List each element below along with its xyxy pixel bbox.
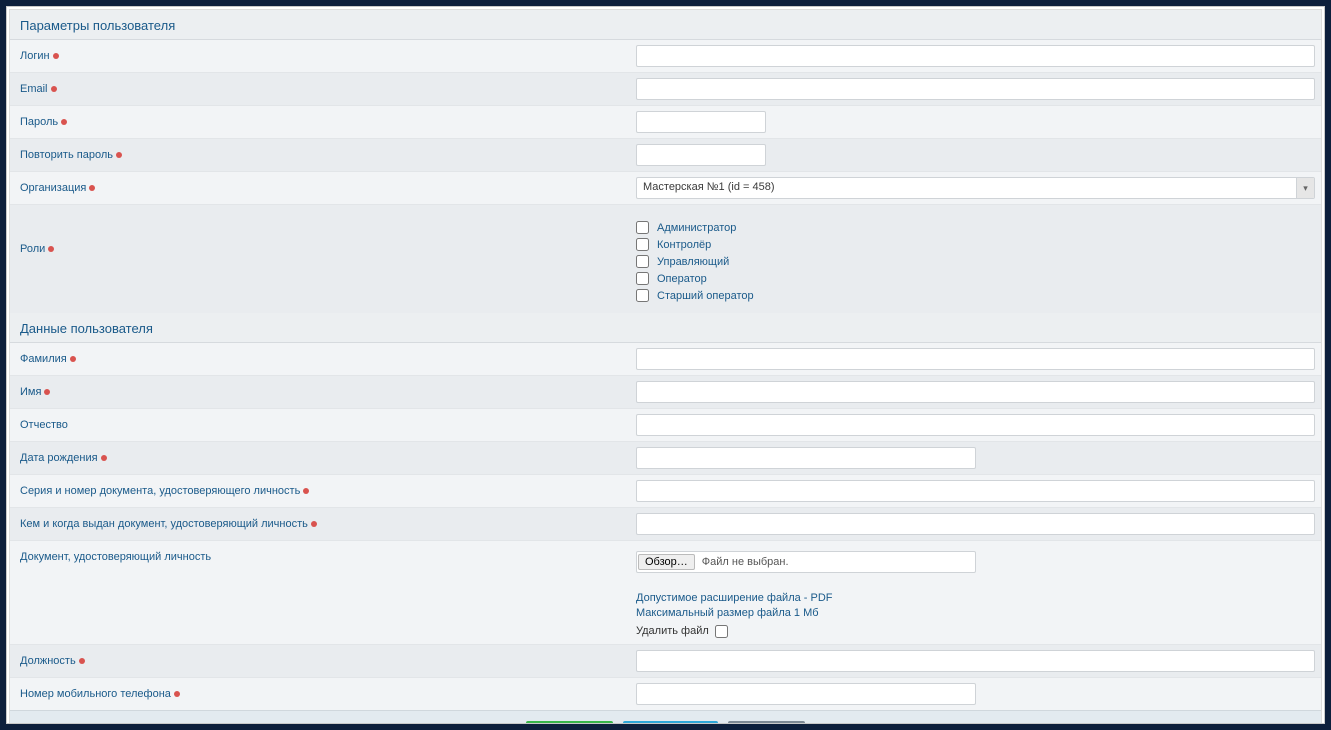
email-input[interactable]	[636, 78, 1315, 100]
delete-file-label: Удалить файл	[636, 624, 709, 639]
required-icon	[51, 86, 57, 92]
dob-input[interactable]	[636, 447, 976, 469]
file-size-note: Максимальный размер файла 1 Мб	[636, 606, 1315, 621]
section-user-params-title: Параметры пользователя	[10, 10, 1321, 39]
doc-issued-input[interactable]	[636, 513, 1315, 535]
row-doc-file: Документ, удостоверяющий личность Обзор……	[10, 540, 1321, 644]
required-icon	[311, 521, 317, 527]
file-input-wrap[interactable]: Обзор… Файл не выбран.	[636, 551, 976, 573]
add-button[interactable]: 🖫 Добавить	[526, 721, 613, 724]
row-doc-number: Серия и номер документа, удостоверяющего…	[10, 474, 1321, 507]
row-lastname: Фамилия	[10, 342, 1321, 375]
role-item-manager[interactable]: Управляющий	[636, 255, 1315, 268]
cancel-button[interactable]: ⊘ Отмена	[728, 721, 806, 724]
role-label: Контролёр	[657, 239, 711, 251]
file-ext-note: Допустимое расширение файла - PDF	[636, 591, 1315, 606]
required-icon	[48, 246, 54, 252]
password-label: Пароль	[20, 116, 58, 128]
phone-label: Номер мобильного телефона	[20, 688, 171, 700]
firstname-input[interactable]	[636, 381, 1315, 403]
chevron-down-icon: ▾	[1296, 178, 1314, 198]
required-icon	[89, 185, 95, 191]
row-phone: Номер мобильного телефона	[10, 677, 1321, 710]
password-repeat-input[interactable]	[636, 144, 766, 166]
row-doc-issued: Кем и когда выдан документ, удостоверяющ…	[10, 507, 1321, 540]
row-roles: Роли Администратор Контролёр Управляющий…	[10, 204, 1321, 313]
delete-file-checkbox[interactable]	[715, 625, 728, 638]
role-checkbox[interactable]	[636, 289, 649, 302]
role-checkbox[interactable]	[636, 238, 649, 251]
role-label: Администратор	[657, 222, 736, 234]
role-checkbox[interactable]	[636, 272, 649, 285]
role-label: Старший оператор	[657, 290, 754, 302]
role-label: Управляющий	[657, 256, 729, 268]
firstname-label: Имя	[20, 386, 41, 398]
middlename-label: Отчество	[20, 419, 68, 431]
required-icon	[303, 488, 309, 494]
footer-actions: 🖫 Добавить ✔ Применить ⊘ Отмена	[10, 710, 1321, 724]
row-login: Логин	[10, 39, 1321, 72]
role-checkbox[interactable]	[636, 221, 649, 234]
row-firstname: Имя	[10, 375, 1321, 408]
role-checkbox[interactable]	[636, 255, 649, 268]
password-repeat-label: Повторить пароль	[20, 149, 113, 161]
required-icon	[44, 389, 50, 395]
row-password: Пароль	[10, 105, 1321, 138]
roles-list: Администратор Контролёр Управляющий Опер…	[636, 215, 1315, 308]
email-label: Email	[20, 83, 48, 95]
password-input[interactable]	[636, 111, 766, 133]
required-icon	[70, 356, 76, 362]
required-icon	[101, 455, 107, 461]
middlename-input[interactable]	[636, 414, 1315, 436]
row-email: Email	[10, 72, 1321, 105]
phone-input[interactable]	[636, 683, 976, 705]
row-position: Должность	[10, 644, 1321, 677]
login-label: Логин	[20, 50, 50, 62]
row-password-repeat: Повторить пароль	[10, 138, 1321, 171]
doc-number-input[interactable]	[636, 480, 1315, 502]
organization-value: Мастерская №1 (id = 458)	[637, 178, 1296, 198]
required-icon	[79, 658, 85, 664]
row-middlename: Отчество	[10, 408, 1321, 441]
organization-select[interactable]: Мастерская №1 (id = 458) ▾	[636, 177, 1315, 199]
section-user-data-title: Данные пользователя	[10, 313, 1321, 342]
required-icon	[53, 53, 59, 59]
required-icon	[174, 691, 180, 697]
roles-label: Роли	[20, 243, 45, 255]
organization-label: Организация	[20, 182, 86, 194]
login-input[interactable]	[636, 45, 1315, 67]
doc-file-label: Документ, удостоверяющий личность	[20, 551, 211, 563]
role-label: Оператор	[657, 273, 707, 285]
role-item-senior-operator[interactable]: Старший оператор	[636, 289, 1315, 302]
required-icon	[61, 119, 67, 125]
position-input[interactable]	[636, 650, 1315, 672]
lastname-input[interactable]	[636, 348, 1315, 370]
position-label: Должность	[20, 655, 76, 667]
dob-label: Дата рождения	[20, 452, 98, 464]
file-status-text: Файл не выбран.	[696, 556, 789, 568]
browse-button[interactable]: Обзор…	[638, 554, 695, 570]
role-item-operator[interactable]: Оператор	[636, 272, 1315, 285]
required-icon	[116, 152, 122, 158]
row-organization: Организация Мастерская №1 (id = 458) ▾	[10, 171, 1321, 204]
apply-button[interactable]: ✔ Применить	[623, 721, 718, 724]
doc-issued-label: Кем и когда выдан документ, удостоверяющ…	[20, 518, 308, 530]
lastname-label: Фамилия	[20, 353, 67, 365]
role-item-admin[interactable]: Администратор	[636, 221, 1315, 234]
role-item-controller[interactable]: Контролёр	[636, 238, 1315, 251]
doc-number-label: Серия и номер документа, удостоверяющего…	[20, 485, 300, 497]
row-dob: Дата рождения	[10, 441, 1321, 474]
